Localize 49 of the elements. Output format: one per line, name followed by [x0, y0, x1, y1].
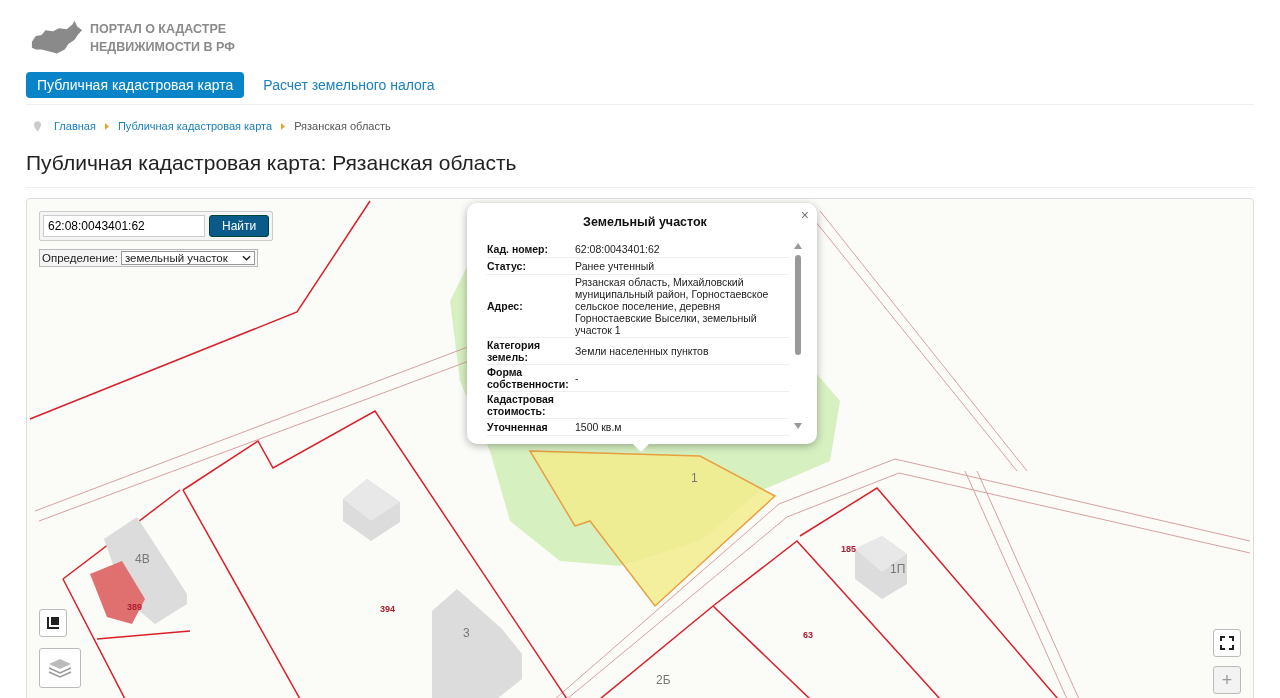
definition-select[interactable]: земельный участок [120, 251, 255, 265]
search-field[interactable]: 62:08:0043401:62 [43, 215, 205, 237]
map-label: 185 [841, 544, 857, 554]
measure-button[interactable] [39, 609, 67, 637]
map-label: 1 [691, 471, 698, 485]
field-label: Категория земель: [487, 339, 541, 363]
field-label: Кадастровая стоимость: [487, 393, 555, 417]
page-title: Публичная кадастровая карта: Рязанская область [26, 151, 1254, 188]
field-label: Форма собственности: [487, 366, 570, 390]
nav-tab[interactable]: Расчет земельного налога [252, 72, 446, 98]
popup-pointer [633, 444, 649, 452]
location-pin-icon [34, 120, 41, 132]
map-label: 1П [890, 562, 906, 576]
map-label: 2Б [656, 673, 671, 687]
caret-icon [104, 122, 109, 130]
definition-label: Определение: [42, 252, 118, 264]
field-label: Адрес: [487, 300, 524, 312]
field-value: Рязанская область, Михайловский муниципальный район, Горностаевское сельское поселение, деревня Горностаевские Выселки, земельный участок 1 [575, 276, 770, 336]
field-value: 1500 кв.м [575, 421, 623, 433]
close-button[interactable]: × [798, 205, 811, 225]
map-label: 389 [127, 602, 143, 612]
nav-tab[interactable]: Публичная кадастровая карта [26, 72, 245, 98]
chevron-icon [241, 255, 251, 261]
field-label: Кад. номер: [487, 243, 549, 255]
russia-map-icon [30, 20, 84, 56]
find-button[interactable]: Найти [209, 215, 270, 237]
fullscreen-button[interactable] [1213, 629, 1241, 657]
field-value: 62:08:0043401:62 [575, 243, 661, 255]
popup-title: Земельный участок [582, 215, 708, 229]
logo-text: НЕДВИЖИМОСТИ В РФ [90, 39, 235, 56]
ruler-icon [46, 616, 60, 630]
caret-icon [281, 122, 286, 130]
layers-button[interactable] [39, 648, 81, 688]
breadcrumb-current: Рязанская область [294, 120, 391, 132]
map-label: 63 [803, 630, 813, 640]
breadcrumb-link[interactable]: Публичная кадастровая карта [117, 120, 273, 132]
field-label: Уточненная [487, 421, 549, 433]
field-label: Статус: [487, 260, 527, 272]
logo-text: ПОРТАЛ О КАДАСТРЕ [90, 21, 228, 38]
layers-icon [48, 658, 72, 678]
fullscreen-icon [1220, 636, 1234, 650]
map-label: 4В [135, 552, 150, 566]
map-label: 394 [380, 604, 396, 614]
field-value: - [575, 372, 580, 384]
breadcrumb-link[interactable]: Главная [54, 120, 96, 132]
field-value: Ранее учтенный [575, 260, 656, 272]
map-label: 3 [463, 626, 470, 640]
field-value: Земли населенных пунктов [575, 345, 710, 357]
zoom-in-button[interactable]: + [1213, 666, 1241, 694]
